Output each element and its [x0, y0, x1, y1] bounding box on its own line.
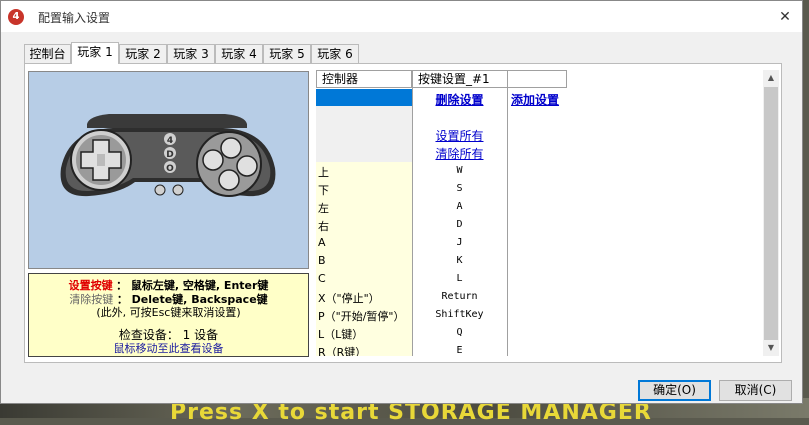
row-label-right[interactable]: 右	[318, 218, 329, 234]
row-key-left[interactable]: A	[412, 201, 507, 212]
set-all-cell: 设置所有	[412, 127, 507, 144]
scrollbar-thumb[interactable]	[764, 87, 778, 340]
row-key-right[interactable]: D	[412, 219, 507, 230]
row-label-c[interactable]: C	[318, 272, 326, 285]
header-controller: 控制器	[316, 70, 412, 88]
background-game-text: Press X to start STORAGE MANAGER	[170, 400, 652, 425]
row-key-a[interactable]: J	[412, 237, 507, 248]
header-key-setting-1: 按键设置_#1	[412, 70, 508, 88]
row-key-r[interactable]: E	[412, 345, 507, 356]
row-key-x[interactable]: Return	[412, 291, 507, 302]
selected-cell[interactable]	[316, 89, 412, 106]
gamepad-preview: 4 D O	[28, 71, 309, 269]
esc-note: (此外, 可按Esc键来取消设置)	[96, 306, 241, 319]
row-label-x[interactable]: X（"停止"）	[318, 290, 380, 306]
window-title: 配置输入设置	[38, 11, 111, 25]
row-key-c[interactable]: L	[412, 273, 507, 284]
add-cell: 添加设置	[511, 91, 571, 108]
column-divider	[507, 70, 508, 356]
clear-all-link[interactable]: 清除所有	[435, 147, 483, 161]
tab-console[interactable]: 控制台	[24, 44, 71, 63]
row-label-left[interactable]: 左	[318, 200, 329, 216]
tab-player-4[interactable]: 玩家 4	[215, 44, 263, 63]
row-label-b[interactable]: B	[318, 254, 326, 267]
app-icon: 4	[8, 9, 24, 25]
tab-player-1[interactable]: 玩家 1	[71, 42, 119, 64]
scroll-up-icon[interactable]: ▲	[763, 70, 779, 86]
tab-player-3[interactable]: 玩家 3	[167, 44, 215, 63]
table-scrollbar[interactable]: ▲ ▼	[763, 70, 779, 356]
row-label-r[interactable]: R（R键）	[318, 344, 366, 356]
row-key-b[interactable]: K	[412, 255, 507, 266]
key-binding-table: 控制器 按键设置_#1 删除设置 添加设置 设置所有 清除所有 上 W 下 S …	[316, 70, 763, 356]
set-all-link[interactable]: 设置所有	[435, 129, 483, 143]
delete-cell: 删除设置	[412, 91, 507, 108]
row-key-up[interactable]: W	[412, 165, 507, 176]
close-icon[interactable]: ✕	[773, 6, 797, 28]
add-setting-link[interactable]: 添加设置	[511, 93, 559, 107]
scroll-down-icon[interactable]: ▼	[763, 340, 779, 356]
empty-gray-cell	[316, 106, 412, 162]
tab-player-5[interactable]: 玩家 5	[263, 44, 311, 63]
ok-button[interactable]: 确定(O)	[638, 380, 711, 401]
gamepad-label-mid: D	[166, 150, 173, 160]
gamepad-label-bot: O	[166, 164, 174, 174]
row-label-up[interactable]: 上	[318, 164, 329, 180]
input-config-dialog: 4 配置输入设置 ✕ 控制台 玩家 1 玩家 2 玩家 3 玩家 4 玩家 5 …	[0, 0, 803, 404]
delete-setting-link[interactable]: 删除设置	[435, 93, 483, 107]
row-key-down[interactable]: S	[412, 183, 507, 194]
header-empty	[507, 70, 567, 88]
title-bar: 4 配置输入设置 ✕	[1, 1, 802, 32]
tab-player-6[interactable]: 玩家 6	[311, 44, 359, 63]
row-label-p[interactable]: P（"开始/暂停"）	[318, 308, 404, 324]
clear-all-cell: 清除所有	[412, 145, 507, 162]
row-label-l[interactable]: L（L键）	[318, 326, 363, 342]
row-label-a[interactable]: A	[318, 236, 326, 249]
cancel-button[interactable]: 取消(C)	[719, 380, 792, 401]
row-key-p[interactable]: ShiftKey	[412, 309, 507, 320]
tab-player-2[interactable]: 玩家 2	[119, 44, 167, 63]
gamepad-icon: 4 D O	[60, 114, 276, 197]
instructions-box: 设置按键 ： 鼠标左键, 空格键, Enter键 清除按键 ： Delete键,…	[28, 273, 309, 357]
row-label-down[interactable]: 下	[318, 182, 329, 198]
gamepad-label-top: 4	[167, 136, 173, 146]
row-key-l[interactable]: Q	[412, 327, 507, 338]
hover-device-hint[interactable]: 鼠标移动至此查看设备	[29, 340, 308, 356]
